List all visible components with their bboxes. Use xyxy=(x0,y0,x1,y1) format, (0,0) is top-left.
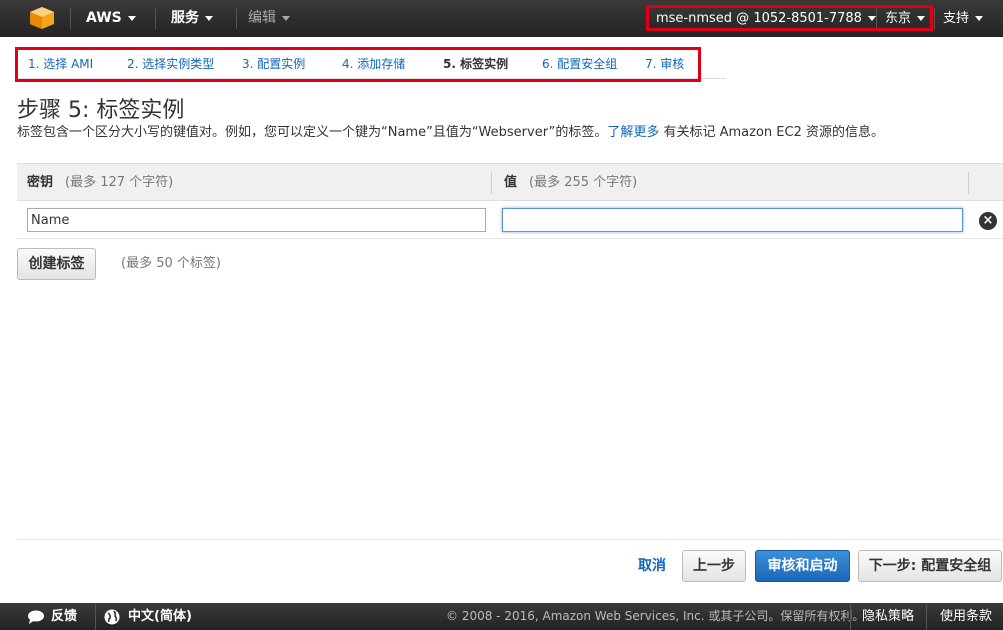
key-column-header: 密钥 (最多 127 个字符) xyxy=(27,164,173,201)
account-highlight-box xyxy=(646,5,933,31)
speech-bubble-icon xyxy=(28,610,44,624)
aws-logo-icon[interactable] xyxy=(30,7,54,29)
table-row: × xyxy=(17,201,1003,239)
chevron-down-icon xyxy=(205,15,213,21)
remove-tag-icon[interactable]: × xyxy=(979,212,997,230)
tag-key-input[interactable] xyxy=(27,208,486,232)
create-tag-hint: (最多 50 个标签) xyxy=(121,256,221,271)
learn-more-link[interactable]: 了解更多 xyxy=(607,125,659,140)
globe-icon xyxy=(104,609,120,624)
description-text-tail: 有关标记 Amazon EC2 资源的信息。 xyxy=(659,125,884,140)
key-header-hint: (最多 127 个字符) xyxy=(65,175,174,190)
create-tag-button[interactable]: 创建标签 xyxy=(17,248,96,280)
value-header-hint: (最多 255 个字符) xyxy=(529,175,638,190)
next-configure-security-group-button[interactable]: 下一步: 配置安全组 xyxy=(858,550,1002,582)
feedback-label: 反馈 xyxy=(51,609,78,624)
privacy-policy-link[interactable]: 隐私策略 xyxy=(862,603,914,630)
value-column-header: 值 (最多 255 个字符) xyxy=(504,164,637,201)
aws-menu-label: AWS xyxy=(86,10,122,26)
top-nav: AWS 服务 编辑 mse-nmsed @ 1052-8501-7788 东京 … xyxy=(0,0,1003,37)
aws-menu[interactable]: AWS xyxy=(86,0,136,37)
terms-of-use-link[interactable]: 使用条款 xyxy=(940,603,992,630)
edit-menu-label: 编辑 xyxy=(248,10,276,26)
tag-table-header: 密钥 (最多 127 个字符) 值 (最多 255 个字符) xyxy=(17,163,1003,201)
edit-menu[interactable]: 编辑 xyxy=(248,0,290,37)
actions-divider xyxy=(17,539,1003,540)
description-text: 标签包含一个区分大小写的键值对。例如，您可以定义一个键为“Name”且值为“We… xyxy=(17,125,608,140)
cancel-link[interactable]: 取消 xyxy=(638,556,666,576)
language-selector[interactable]: 中文(简体) xyxy=(104,603,192,630)
previous-button[interactable]: 上一步 xyxy=(682,550,746,582)
services-menu-label: 服务 xyxy=(171,10,199,26)
language-label: 中文(简体) xyxy=(128,609,192,624)
page-title: 步骤 5: 标签实例 xyxy=(17,98,185,123)
key-header-label: 密钥 xyxy=(27,175,54,190)
bottom-bar: 反馈 中文(简体) © 2008 - 2016, Amazon Web Serv… xyxy=(0,603,1003,630)
support-label: 支持 xyxy=(943,11,970,26)
chevron-down-icon xyxy=(975,16,984,21)
chevron-down-icon xyxy=(127,15,136,21)
page-description: 标签包含一个区分大小写的键值对。例如，您可以定义一个键为“Name”且值为“We… xyxy=(17,121,884,140)
steps-highlight-box xyxy=(15,47,701,82)
tag-value-input[interactable] xyxy=(502,208,963,232)
feedback-button[interactable]: 反馈 xyxy=(27,603,77,630)
services-menu[interactable]: 服务 xyxy=(171,0,213,37)
value-header-label: 值 xyxy=(504,175,518,190)
review-and-launch-button[interactable]: 审核和启动 xyxy=(755,550,850,582)
copyright-text: © 2008 - 2016, Amazon Web Services, Inc.… xyxy=(446,609,865,623)
support-menu[interactable]: 支持 xyxy=(943,0,984,37)
chevron-down-icon xyxy=(282,15,290,21)
